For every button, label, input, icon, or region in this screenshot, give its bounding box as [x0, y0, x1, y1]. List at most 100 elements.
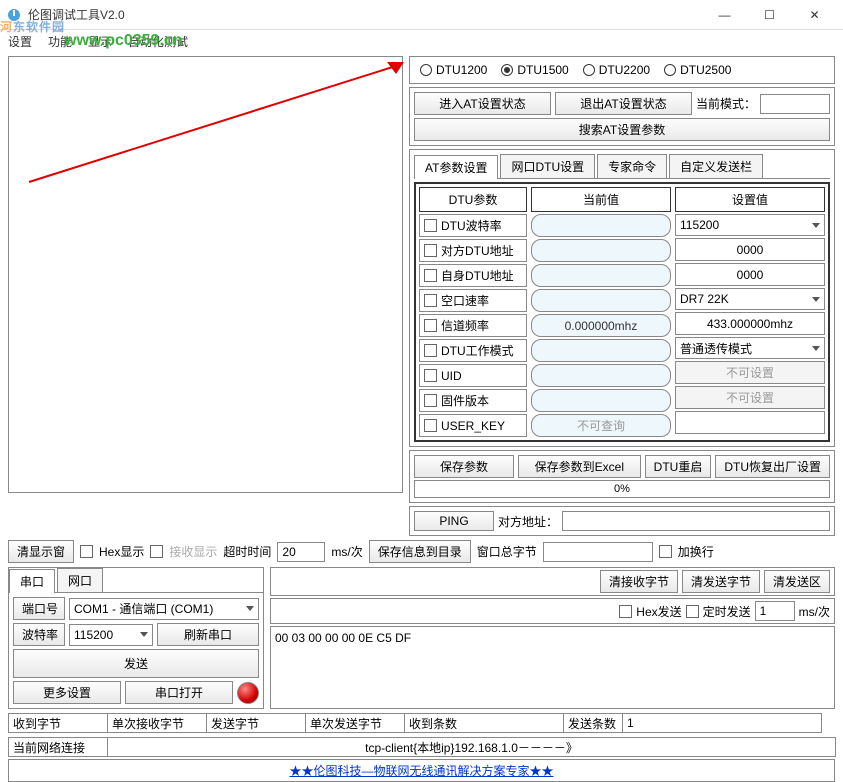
col-header-current: 当前值	[531, 187, 671, 212]
param-row[interactable]: 自身DTU地址	[419, 264, 527, 287]
status-bar-1: 收到字节单次接收字节发送字节单次发送字节收到条数发送条数1	[0, 711, 843, 735]
param-row[interactable]: 空口速率	[419, 289, 527, 312]
param-setvalue[interactable]	[675, 411, 825, 434]
param-checkbox[interactable]	[424, 244, 437, 257]
save-info-button[interactable]: 保存信息到目录	[369, 540, 471, 563]
param-row[interactable]: USER_KEY	[419, 414, 527, 437]
wrap-label: 加换行	[678, 543, 714, 560]
wrap-checkbox[interactable]	[659, 545, 672, 558]
tab-network[interactable]: 网口	[57, 568, 103, 592]
save-excel-button[interactable]: 保存参数到Excel	[518, 455, 641, 478]
timeout-input[interactable]: 20	[277, 542, 325, 562]
radio-DTU1500[interactable]: DTU1500	[501, 63, 568, 77]
param-row[interactable]: DTU工作模式	[419, 339, 527, 362]
enter-at-button[interactable]: 进入AT设置状态	[414, 92, 551, 115]
param-row[interactable]: UID	[419, 364, 527, 387]
status-led-icon	[237, 682, 259, 704]
minimize-button[interactable]: —	[702, 1, 747, 29]
close-button[interactable]: ✕	[792, 1, 837, 29]
port-label-button[interactable]: 端口号	[13, 597, 65, 620]
param-checkbox[interactable]	[424, 294, 437, 307]
current-mode-label: 当前模式：	[696, 95, 756, 112]
param-row[interactable]: DTU波特率	[419, 214, 527, 237]
save-params-button[interactable]: 保存参数	[414, 455, 514, 478]
param-checkbox[interactable]	[424, 219, 437, 232]
baud-combo[interactable]: 115200	[69, 624, 153, 646]
param-row[interactable]: 对方DTU地址	[419, 239, 527, 262]
param-setvalue[interactable]: 115200	[675, 214, 825, 236]
total-bytes-label: 窗口总字节	[477, 543, 537, 560]
send-textarea[interactable]: 00 03 00 00 00 0E C5 DF	[270, 626, 835, 709]
status-cell: 收到条数	[404, 713, 564, 733]
ping-group: PING 对方地址：	[409, 506, 835, 536]
more-settings-button[interactable]: 更多设置	[13, 681, 121, 704]
hex-send-checkbox[interactable]	[619, 605, 632, 618]
recv-display-checkbox[interactable]	[150, 545, 163, 558]
param-setvalue[interactable]: 0000	[675, 263, 825, 286]
status-cell: 单次接收字节	[107, 713, 207, 733]
clear-display-button[interactable]: 清显示窗	[8, 540, 74, 563]
param-checkbox[interactable]	[424, 269, 437, 282]
open-serial-button[interactable]: 串口打开	[125, 681, 233, 704]
tab-2[interactable]: 专家命令	[597, 154, 667, 178]
param-checkbox[interactable]	[424, 344, 437, 357]
param-row[interactable]: 固件版本	[419, 389, 527, 412]
send-toolbar: 清接收字节 清发送字节 清发送区	[270, 567, 835, 596]
tab-1[interactable]: 网口DTU设置	[500, 154, 595, 178]
param-setvalue[interactable]: DR7 22K	[675, 288, 825, 310]
tab-serial[interactable]: 串口	[9, 569, 55, 593]
search-at-params-button[interactable]: 搜索AT设置参数	[414, 118, 830, 141]
radio-DTU1200[interactable]: DTU1200	[420, 63, 487, 77]
hex-display-checkbox[interactable]	[80, 545, 93, 558]
port-combo[interactable]: COM1 - 通信端口 (COM1)	[69, 598, 259, 620]
param-checkbox[interactable]	[424, 369, 437, 382]
param-current	[531, 389, 671, 412]
param-setvalue[interactable]: 普通透传模式	[675, 337, 825, 359]
tab-0[interactable]: AT参数设置	[414, 155, 498, 179]
radio-DTU2200[interactable]: DTU2200	[583, 63, 650, 77]
log-pane	[8, 56, 403, 493]
ping-addr-input[interactable]	[562, 511, 830, 531]
menu-autotest[interactable]: 自动化测试	[128, 33, 188, 50]
param-row[interactable]: 信道频率	[419, 314, 527, 337]
clear-recv-bytes-button[interactable]: 清接收字节	[600, 570, 678, 593]
status-cell: 收到字节	[8, 713, 108, 733]
send-button[interactable]: 发送	[13, 649, 259, 678]
param-current	[531, 289, 671, 312]
menu-settings[interactable]: 设置	[8, 33, 32, 50]
param-current	[531, 214, 671, 237]
net-conn-label: 当前网络连接	[8, 737, 108, 757]
titlebar: 伦图调试工具V2.0 — ☐ ✕	[0, 0, 843, 30]
menubar: 设置 功能 显示 自动化测试	[0, 30, 843, 52]
param-setvalue[interactable]: 433.000000mhz	[675, 312, 825, 335]
baud-label-button[interactable]: 波特率	[13, 623, 65, 646]
ping-button[interactable]: PING	[414, 511, 494, 531]
param-current: 0.000000mhz	[531, 314, 671, 337]
refresh-serial-button[interactable]: 刷新串口	[157, 623, 259, 646]
app-icon	[6, 7, 22, 23]
timed-send-checkbox[interactable]	[686, 605, 699, 618]
timed-send-input[interactable]: 1	[755, 601, 795, 621]
clear-send-area-button[interactable]: 清发送区	[764, 570, 830, 593]
hex-send-label: Hex发送	[636, 603, 681, 620]
dtu-reboot-button[interactable]: DTU重启	[645, 455, 712, 478]
menu-display[interactable]: 显示	[88, 33, 112, 50]
param-current	[531, 339, 671, 362]
exit-at-button[interactable]: 退出AT设置状态	[555, 92, 692, 115]
col-header-set: 设置值	[675, 187, 825, 212]
radio-DTU2500[interactable]: DTU2500	[664, 63, 731, 77]
param-checkbox[interactable]	[424, 394, 437, 407]
footer-link[interactable]: ★★伦图科技—物联网无线通讯解决方案专家★★	[8, 759, 835, 782]
maximize-button[interactable]: ☐	[747, 1, 792, 29]
annotation-arrow	[9, 57, 404, 187]
dtu-factory-button[interactable]: DTU恢复出厂设置	[715, 455, 830, 478]
param-checkbox[interactable]	[424, 419, 437, 432]
radio-icon	[583, 64, 595, 76]
status-cell: 发送条数	[563, 713, 623, 733]
clear-send-bytes-button[interactable]: 清发送字节	[682, 570, 760, 593]
param-checkbox[interactable]	[424, 319, 437, 332]
menu-function[interactable]: 功能	[48, 33, 72, 50]
tab-3[interactable]: 自定义发送栏	[669, 154, 763, 178]
param-setvalue[interactable]: 0000	[675, 238, 825, 261]
timeout-unit: ms/次	[331, 543, 362, 560]
